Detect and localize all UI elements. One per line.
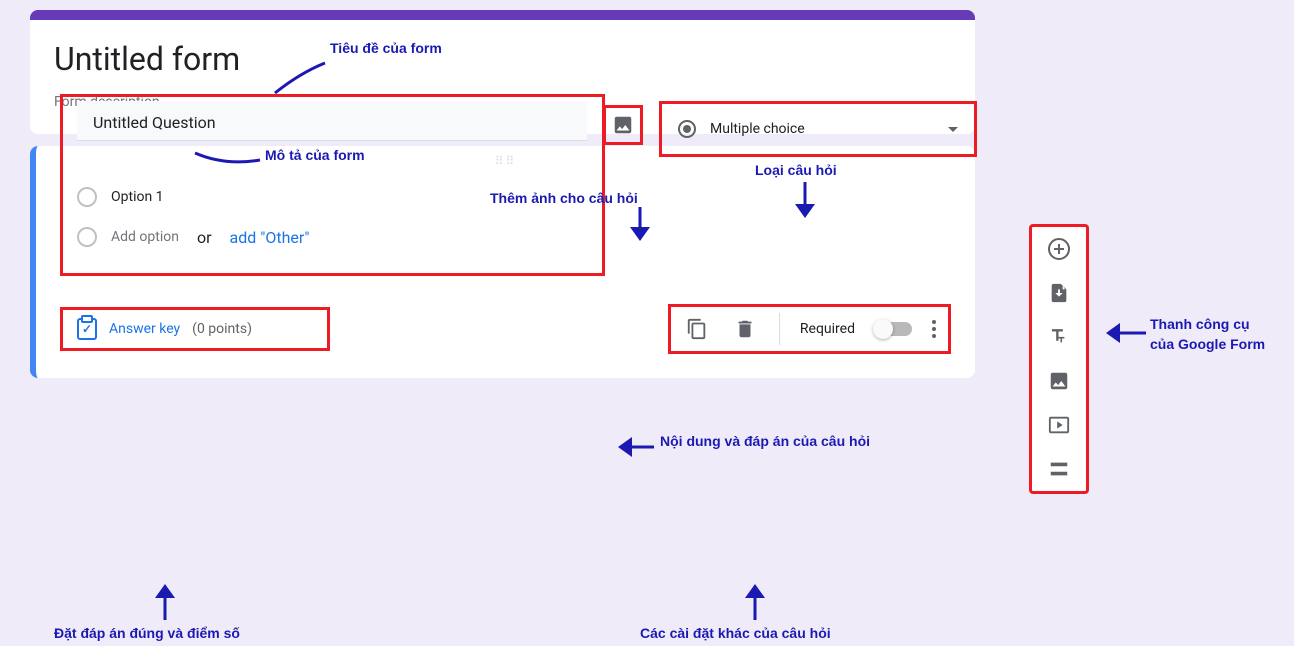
plus-circle-icon — [1047, 237, 1071, 261]
more-options-button[interactable] — [932, 320, 936, 338]
delete-button[interactable] — [731, 315, 759, 343]
video-icon — [1048, 414, 1070, 436]
arrow-up-icon — [740, 578, 770, 622]
import-questions-button[interactable] — [1047, 281, 1071, 305]
divider — [779, 313, 780, 345]
section-icon — [1048, 458, 1070, 480]
radio-icon — [678, 120, 696, 138]
annotation-label: Các cài đặt khác của câu hỏi — [640, 625, 831, 641]
add-section-button[interactable] — [1047, 457, 1071, 481]
required-label: Required — [800, 321, 855, 337]
question-type-dropdown[interactable]: Multiple choice — [659, 101, 977, 157]
form-title-input[interactable]: Untitled form — [54, 40, 240, 86]
trash-icon — [734, 318, 756, 340]
add-image-button[interactable] — [1047, 369, 1071, 393]
side-toolbar — [1029, 224, 1089, 494]
or-label: or — [197, 228, 212, 247]
add-image-button[interactable] — [603, 105, 643, 145]
annotation-label: Mô tả của form — [265, 147, 365, 163]
answer-key-label: Answer key — [109, 321, 180, 337]
image-icon — [612, 114, 634, 136]
annotation-label: Tiêu đề của form — [330, 40, 442, 56]
add-other-button[interactable]: add "Other" — [230, 228, 310, 247]
question-settings-bar: Required — [668, 304, 951, 354]
radio-unchecked-icon — [77, 227, 97, 247]
annotation-label: Đặt đáp án đúng và điểm số — [54, 625, 240, 641]
question-type-label: Multiple choice — [710, 121, 934, 137]
answer-key-button[interactable]: ✓ Answer key (0 points) — [60, 307, 330, 351]
option-text[interactable]: Option 1 — [111, 189, 164, 205]
question-content-area: Untitled Question Multiple choice Option… — [60, 94, 605, 276]
points-label: (0 points) — [192, 321, 252, 337]
import-icon — [1048, 282, 1070, 304]
duplicate-button[interactable] — [683, 315, 711, 343]
radio-unchecked-icon — [77, 187, 97, 207]
add-title-button[interactable] — [1047, 325, 1071, 349]
image-icon — [1048, 370, 1070, 392]
add-option-row: Add option or add "Other" — [77, 217, 588, 257]
annotation-label: Thêm ảnh cho câu hỏi — [490, 190, 638, 206]
add-question-button[interactable] — [1047, 237, 1071, 261]
add-option-button[interactable]: Add option — [111, 229, 179, 245]
copy-icon — [686, 318, 708, 340]
question-title-input[interactable]: Untitled Question — [77, 101, 587, 141]
chevron-down-icon — [948, 127, 958, 132]
arrow-left-icon — [612, 432, 656, 462]
add-video-button[interactable] — [1047, 413, 1071, 437]
required-toggle[interactable] — [875, 322, 912, 336]
question-card: ⠿⠿ Untitled Question Multiple choice Opt… — [30, 146, 975, 378]
arrow-up-icon — [150, 578, 180, 622]
annotation-label: Loại câu hỏi — [755, 162, 837, 178]
clipboard-check-icon: ✓ — [77, 318, 97, 340]
text-icon — [1048, 326, 1070, 348]
annotation-label: Thanh công cụ của Google Form — [1150, 315, 1265, 354]
annotation-label: Nội dung và đáp án của câu hỏi — [660, 432, 870, 452]
